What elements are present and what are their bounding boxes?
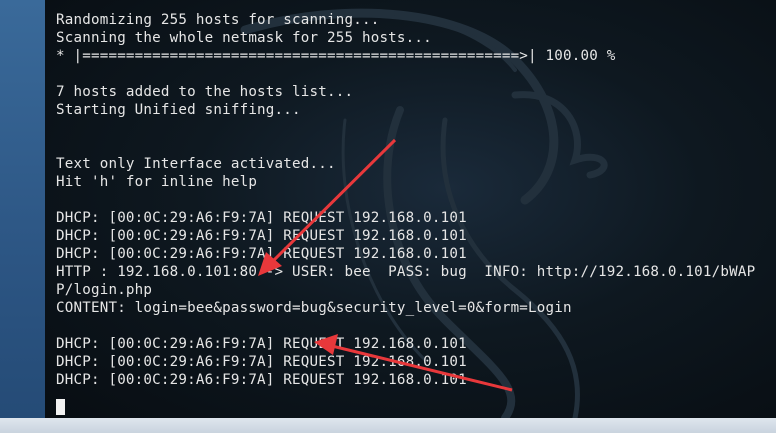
terminal-line: HTTP : 192.168.0.101:80 -> USER: bee PAS… [56, 264, 756, 280]
terminal-window[interactable]: Randomizing 255 hosts for scanning... Sca… [45, 0, 776, 418]
terminal-line: DHCP: [00:0C:29:A6:F9:7A] REQUEST 192.16… [56, 336, 467, 352]
terminal-line: 7 hosts added to the hosts list... [56, 84, 354, 100]
terminal-line: DHCP: [00:0C:29:A6:F9:7A] REQUEST 192.16… [56, 210, 467, 226]
terminal-line: Text only Interface activated... [56, 156, 336, 172]
taskbar-strip [0, 418, 776, 433]
terminal-line: Starting Unified sniffing... [56, 102, 301, 118]
terminal-line: P/login.php [56, 282, 153, 298]
terminal-cursor[interactable] [56, 399, 65, 415]
terminal-line: DHCP: [00:0C:29:A6:F9:7A] REQUEST 192.16… [56, 372, 467, 388]
terminal-line: DHCP: [00:0C:29:A6:F9:7A] REQUEST 192.16… [56, 354, 467, 370]
terminal-line: Scanning the whole netmask for 255 hosts… [56, 30, 432, 46]
terminal-line: Hit 'h' for inline help [56, 174, 258, 190]
terminal-line: CONTENT: login=bee&password=bug&security… [56, 300, 572, 316]
terminal-line: DHCP: [00:0C:29:A6:F9:7A] REQUEST 192.16… [56, 246, 467, 262]
terminal-line: * |=====================================… [56, 48, 616, 64]
terminal-line: DHCP: [00:0C:29:A6:F9:7A] REQUEST 192.16… [56, 228, 467, 244]
terminal-line: Randomizing 255 hosts for scanning... [56, 12, 380, 28]
terminal-output: Randomizing 255 hosts for scanning... Sca… [56, 0, 755, 389]
